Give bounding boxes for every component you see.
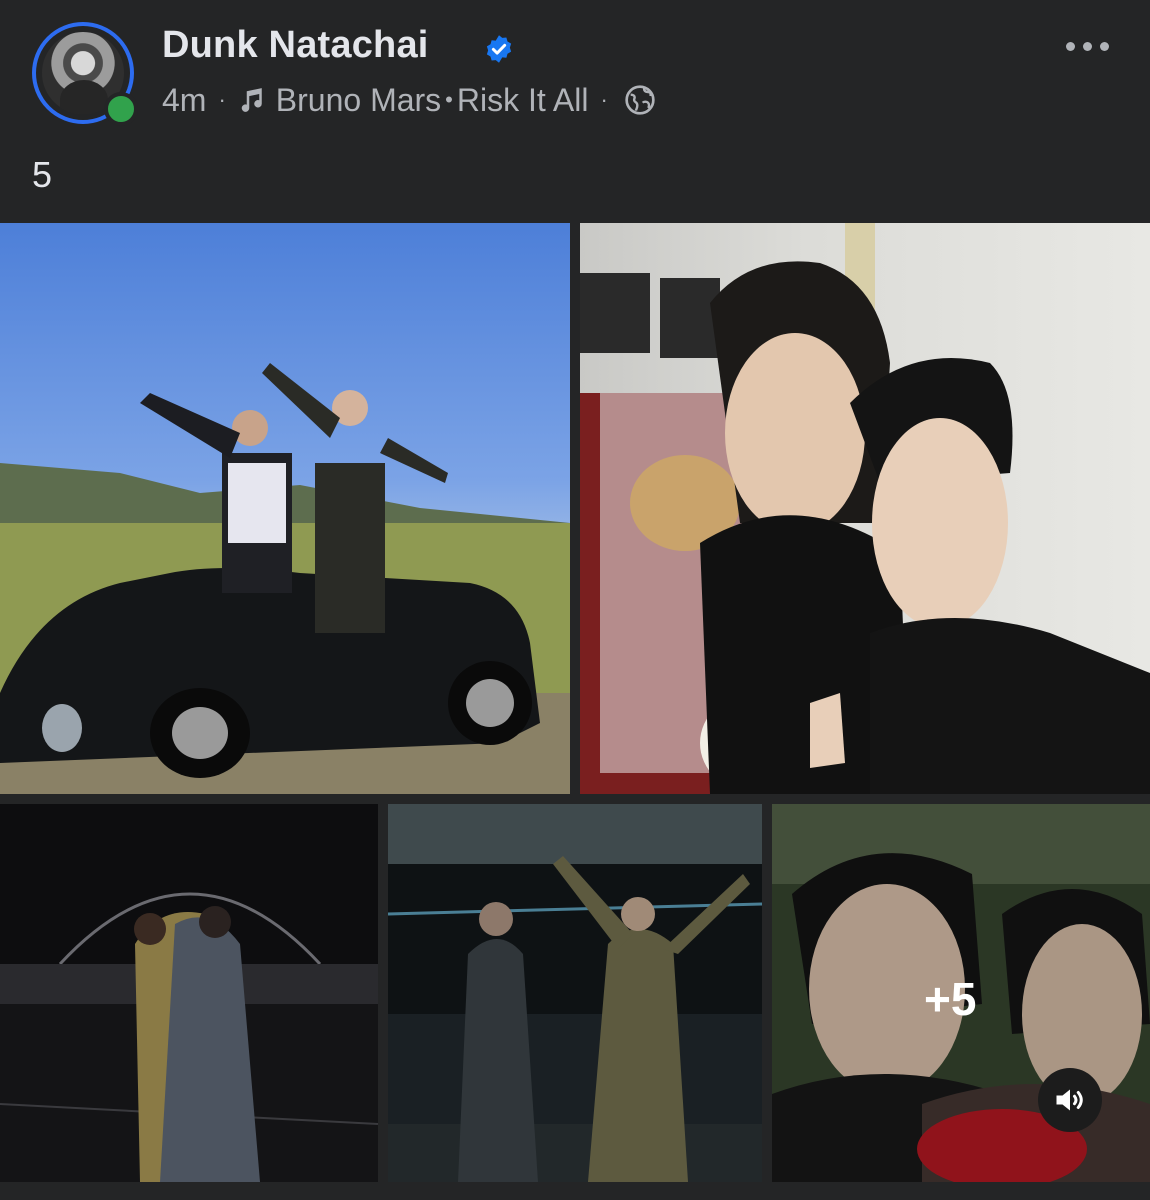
- more-dot: [1083, 41, 1092, 51]
- post-header: Dunk Natachai 4m · Bruno Mars • Risk It …: [0, 0, 1150, 220]
- post-footer-edge: [0, 1182, 1150, 1200]
- more-horizontal-icon: [1066, 41, 1075, 51]
- online-status-indicator: [104, 92, 138, 126]
- globe-icon[interactable]: [624, 84, 656, 116]
- more-options-button[interactable]: [1066, 38, 1122, 54]
- photo-arms-up[interactable]: [388, 804, 762, 1182]
- photo-selfie-gifts-graphic: [580, 223, 1150, 794]
- more-dot: [1100, 41, 1109, 51]
- post-meta: 4m · Bruno Mars • Risk It All ·: [162, 80, 656, 120]
- photo-car-field[interactable]: [0, 223, 570, 794]
- speaker-icon: [1056, 1089, 1083, 1111]
- music-artist[interactable]: Bruno Mars: [276, 82, 441, 119]
- photo-car-field-graphic: [0, 363, 570, 794]
- photo-stage-hug-graphic: [0, 892, 378, 1182]
- music-note-icon: [241, 88, 262, 112]
- post-time[interactable]: 4m: [162, 82, 206, 119]
- music-title[interactable]: Risk It All: [457, 82, 589, 119]
- music-separator: •: [445, 87, 453, 112]
- photo-arms-up-graphic: [388, 804, 762, 1182]
- post-caption: 5: [32, 154, 53, 195]
- photo-selfie-gifts[interactable]: [580, 223, 1150, 794]
- photo-stage-hug[interactable]: [0, 804, 378, 1182]
- sound-toggle-button[interactable]: [1038, 1068, 1102, 1132]
- meta-separator-2: ·: [600, 87, 608, 112]
- more-photos-count[interactable]: +5: [924, 972, 976, 1026]
- meta-separator: ·: [218, 87, 226, 112]
- verified-badge-icon: [486, 35, 512, 63]
- author-name[interactable]: Dunk Natachai: [162, 24, 429, 67]
- photo-selfie-flowers[interactable]: +5: [772, 804, 1150, 1182]
